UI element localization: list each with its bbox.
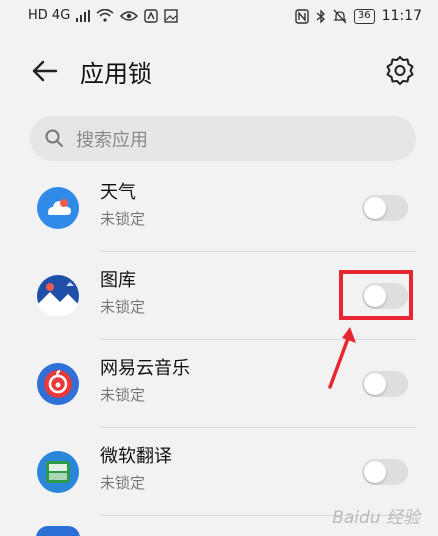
network-indicator: HD 4G [28,8,71,23]
watermark: Baidu 经验 [332,508,420,528]
nfc-icon [295,8,309,24]
microsoft-translator-icon [37,451,79,493]
signal-icon [76,9,91,22]
app-name: 微软翻译 [100,446,172,467]
image-notification-icon [164,8,178,23]
app-lock-status: 未锁定 [100,474,146,492]
highlight-box [339,270,413,320]
toggle-knob [364,461,386,483]
bluetooth-icon [316,8,325,24]
lock-toggle-weather[interactable] [362,195,408,221]
toggle-knob [364,373,386,395]
app-row-netease-music[interactable]: 网易云音乐 未锁定 [0,340,438,428]
search-input[interactable]: 搜索应用 [30,116,416,161]
search-icon [45,129,63,147]
app-lock-status: 未锁定 [100,210,146,228]
app-notification-icon [144,8,158,23]
wifi-icon [96,9,114,22]
search-placeholder: 搜索应用 [76,130,148,151]
app-name: 天气 [100,182,136,203]
arrow-left-icon[interactable] [30,56,60,86]
clock: 11:17 [381,8,422,24]
lock-toggle-netease-music[interactable] [362,371,408,397]
status-bar: HD 4G 36 11:17 [0,0,438,34]
app-name: 图库 [100,270,136,291]
app-bar: 应用锁 [0,44,438,100]
app-lock-status: 未锁定 [100,298,146,316]
gear-icon[interactable] [384,54,416,86]
page-title: 应用锁 [80,60,152,88]
status-right: 36 11:17 [295,8,422,24]
app-row-weather[interactable]: 天气 未锁定 [0,164,438,252]
netease-music-icon [37,363,79,405]
app-name: 网易云音乐 [100,358,190,379]
annotation-arrow-icon [328,327,356,389]
gallery-icon [37,275,79,317]
next-app-icon-partial [36,526,80,536]
battery-indicator: 36 [353,8,375,24]
app-lock-status: 未锁定 [100,386,146,404]
eye-icon [120,10,139,21]
toggle-knob [364,197,386,219]
weather-icon [37,187,79,229]
lock-toggle-microsoft-translator[interactable] [362,459,408,485]
mute-icon [333,9,347,23]
status-left: HD 4G [28,8,178,23]
